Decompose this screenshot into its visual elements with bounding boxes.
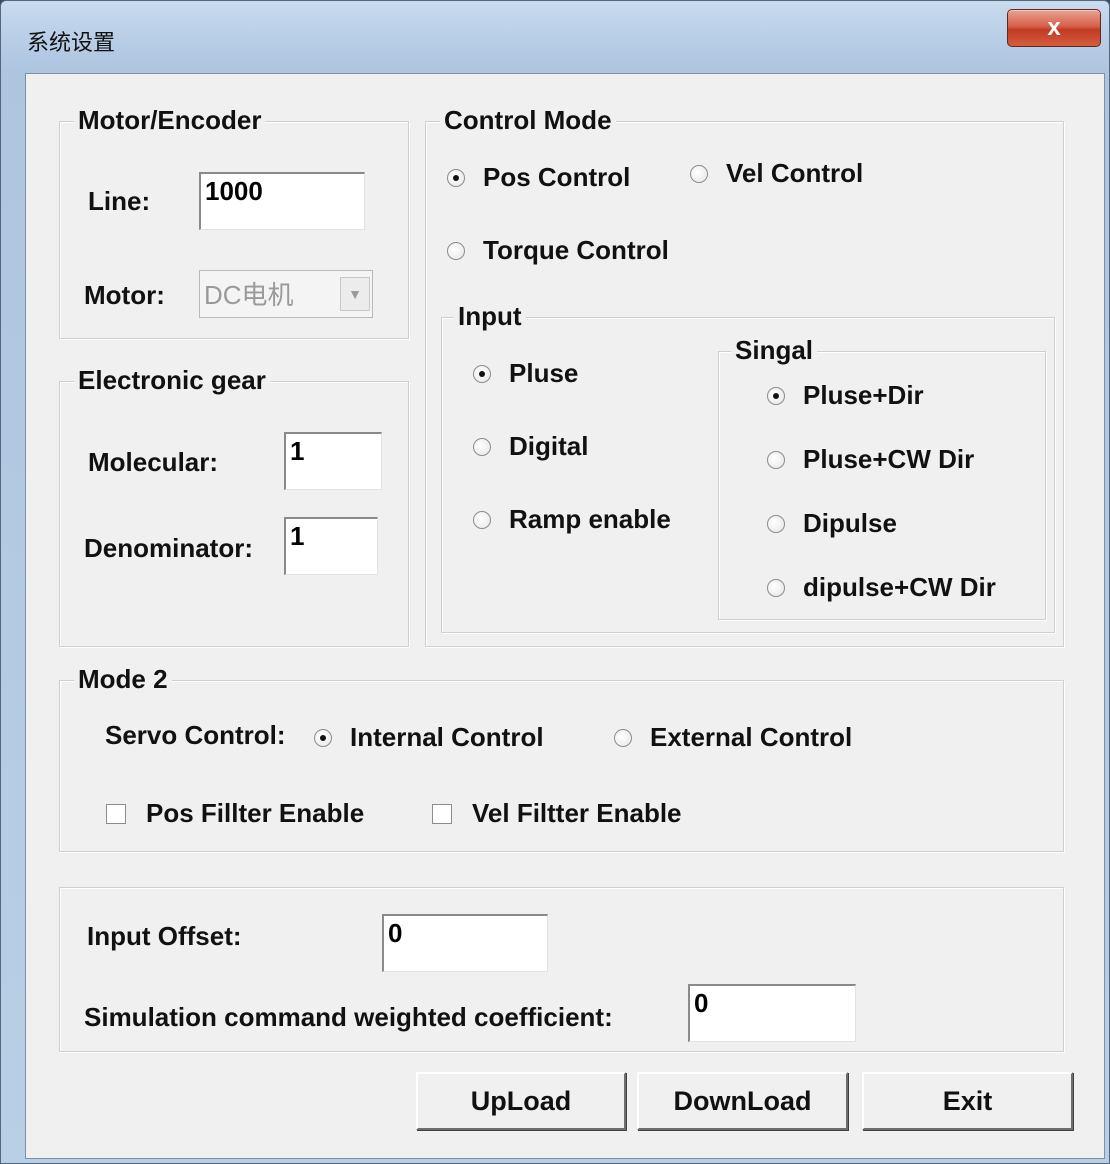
chevron-down-icon[interactable]: ▼: [340, 277, 370, 311]
vel-filter-enable-checkbox[interactable]: Vel Filtter Enable: [432, 798, 682, 829]
dipulse-label: Dipulse: [803, 508, 897, 538]
denominator-input[interactable]: 1: [284, 517, 378, 575]
molecular-label: Molecular:: [88, 447, 219, 477]
title-bar[interactable]: 系统设置 x: [1, 1, 1109, 73]
dipulse-cw-dir-label: dipulse+CW Dir: [803, 572, 996, 602]
checkbox-box: [106, 803, 126, 824]
input-offset-field[interactable]: 0: [382, 914, 548, 972]
radio-indicator: [767, 450, 785, 469]
vel-filter-enable-label: Vel Filtter Enable: [472, 798, 682, 828]
radio-digital[interactable]: Digital: [473, 431, 588, 462]
pluse-dir-label: Pluse+Dir: [803, 380, 924, 410]
pluse-cw-dir-label: Pluse+CW Dir: [803, 444, 975, 474]
digital-label: Digital: [509, 431, 589, 461]
radio-indicator: [767, 514, 785, 533]
download-button[interactable]: DownLoad: [637, 1072, 848, 1130]
molecular-input[interactable]: 1: [284, 432, 382, 490]
window-title: 系统设置: [27, 31, 116, 56]
radio-torque-control[interactable]: Torque Control: [447, 235, 669, 266]
radio-indicator: [767, 578, 785, 597]
radio-selected-indicator: [767, 386, 785, 405]
upload-button[interactable]: UpLoad: [416, 1072, 626, 1130]
radio-dipulse-cw-dir[interactable]: dipulse+CW Dir: [767, 572, 996, 603]
torque-control-label: Torque Control: [483, 235, 669, 265]
electronic-gear-group: Electronic gear: [59, 365, 409, 647]
radio-ramp-enable[interactable]: Ramp enable: [473, 504, 671, 535]
radio-dipulse[interactable]: Dipulse: [767, 508, 897, 539]
motor-encoder-legend: Motor/Encoder: [74, 105, 266, 136]
input-offset-label: Input Offset:: [87, 921, 242, 951]
radio-pluse-dir[interactable]: Pluse+Dir: [767, 380, 924, 411]
external-control-label: External Control: [650, 722, 853, 752]
motor-label: Motor:: [84, 280, 165, 310]
input-legend: Input: [454, 301, 526, 332]
radio-indicator: [473, 437, 491, 456]
pos-filter-enable-label: Pos Fillter Enable: [146, 798, 365, 828]
sim-coeff-label: Simulation command weighted coefficient:: [84, 1002, 613, 1032]
pos-control-label: Pos Control: [483, 162, 631, 192]
checkbox-box: [432, 803, 452, 824]
sim-coeff-field[interactable]: 0: [688, 984, 856, 1042]
radio-indicator: [614, 728, 632, 747]
pos-filter-enable-checkbox[interactable]: Pos Fillter Enable: [106, 798, 364, 829]
ramp-enable-label: Ramp enable: [509, 504, 671, 534]
radio-pluse[interactable]: Pluse: [473, 358, 578, 389]
radio-selected-indicator: [314, 728, 332, 747]
radio-selected-indicator: [473, 364, 491, 383]
radio-selected-indicator: [447, 168, 465, 187]
denominator-label: Denominator:: [84, 533, 253, 563]
radio-pos-control[interactable]: Pos Control: [447, 162, 630, 193]
control-mode-legend: Control Mode: [440, 105, 616, 136]
electronic-gear-legend: Electronic gear: [74, 365, 270, 396]
mode2-legend: Mode 2: [74, 664, 172, 695]
pluse-label: Pluse: [509, 358, 579, 388]
radio-vel-control[interactable]: Vel Control: [690, 158, 863, 189]
radio-indicator: [690, 164, 708, 183]
internal-control-label: Internal Control: [350, 722, 544, 752]
close-icon: x: [1047, 14, 1061, 41]
radio-internal-control[interactable]: Internal Control: [314, 722, 544, 753]
dialog-client-area: Motor/Encoder Line: 1000 Motor: DC电机 ▼ E…: [25, 73, 1105, 1159]
motor-select-value: DC电机: [204, 280, 294, 310]
servo-control-label: Servo Control:: [105, 720, 286, 750]
radio-indicator: [473, 510, 491, 529]
radio-indicator: [447, 241, 465, 260]
radio-external-control[interactable]: External Control: [614, 722, 852, 753]
close-button[interactable]: x: [1007, 9, 1101, 47]
settings-dialog: 系统设置 x Motor/Encoder Line: 1000 Motor: D…: [0, 0, 1110, 1164]
radio-pluse-cw-dir[interactable]: Pluse+CW Dir: [767, 444, 974, 475]
vel-control-label: Vel Control: [726, 158, 864, 188]
line-label: Line:: [88, 186, 151, 216]
motor-select[interactable]: DC电机 ▼: [199, 270, 373, 318]
line-input[interactable]: 1000: [199, 172, 365, 230]
singal-legend: Singal: [731, 335, 818, 366]
exit-button[interactable]: Exit: [862, 1072, 1073, 1130]
